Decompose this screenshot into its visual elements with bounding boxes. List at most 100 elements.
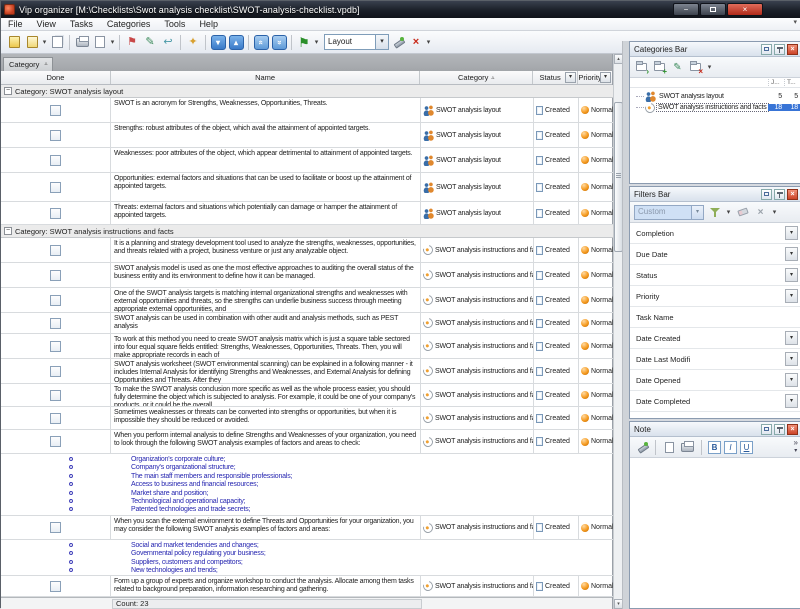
apply-filter-button[interactable] [707,205,722,220]
task-row[interactable]: Opportunities: external factors and situ… [1,173,613,202]
new-category-button[interactable]: › [634,60,649,75]
collapse-all-button[interactable]: « [270,33,288,51]
column-header-status[interactable]: Status ▾ [533,71,578,84]
tree-col1-header[interactable]: J... [768,79,784,86]
done-checkbox[interactable] [50,130,61,141]
filter-row-task-name[interactable]: Task Name [630,307,800,328]
note-editor[interactable] [630,458,800,608]
task-row[interactable]: One of the SWOT analysis targets is matc… [1,288,613,313]
column-header-done[interactable]: Done [1,71,111,84]
customize-layout-button[interactable] [389,33,407,51]
maximize-button[interactable] [700,3,726,16]
group-header[interactable]: − Category: SWOT analysis layout [1,85,613,98]
done-checkbox[interactable] [50,295,61,306]
print-preview-button[interactable] [91,33,109,51]
category-tree-item-selected[interactable]: SWOT analysis instructions and facts 18 … [630,102,800,113]
undo-button[interactable]: ↩ [159,33,177,51]
menu-tools[interactable]: Tools [157,18,192,31]
column-header-name[interactable]: Name [111,71,420,84]
done-checkbox[interactable] [50,522,61,533]
italic-button[interactable]: I [724,441,737,454]
filter-dropdown-icon[interactable]: ▾ [785,226,798,240]
panel-maximize-button[interactable] [761,44,772,55]
task-row[interactable]: SWOT is an acronym for Strengths, Weakne… [1,98,613,123]
task-row[interactable]: To make the SWOT analysis conclusion mor… [1,384,613,407]
categories-overflow-icon[interactable]: ▾ [706,63,713,71]
filter-dropdown-icon[interactable]: ▾ [785,373,798,387]
filter-row-due-date[interactable]: Due Date▾ [630,244,800,265]
task-row[interactable]: SWOT analysis can be used in combination… [1,313,613,334]
done-checkbox[interactable] [50,208,61,219]
filter-dropdown-icon[interactable]: ▾ [785,289,798,303]
print-button[interactable] [73,33,91,51]
group-header[interactable]: − Category: SWOT analysis instructions a… [1,225,613,238]
filter-preset-dropdown-icon[interactable]: ▾ [692,205,704,220]
filter-row-completion[interactable]: Completion▾ [630,223,800,244]
filter-row-date-modified[interactable]: Date Last Modifi▾ [630,349,800,370]
menu-overflow-icon[interactable]: ▾ [793,18,797,26]
edit-task-button[interactable]: ✎ [141,33,159,51]
done-checkbox[interactable] [50,270,61,281]
new-task-button[interactable]: ⚑ [123,33,141,51]
filter-preset-combo[interactable]: Custom [634,205,692,220]
complete-task-button[interactable]: ✦ [184,33,202,51]
vertical-scrollbar[interactable]: ▴ ▾ [613,54,622,609]
delete-category-button[interactable]: × [688,60,703,75]
new-database-button[interactable] [5,33,23,51]
open-dropdown-icon[interactable]: ▾ [41,38,48,46]
clear-filter-button[interactable] [735,205,750,220]
panel-pin-button[interactable] [774,44,785,55]
panel-maximize-button[interactable] [761,189,772,200]
filter-dropdown-icon[interactable]: ▾ [785,352,798,366]
panel-close-button[interactable]: × [787,424,798,435]
minimize-button[interactable]: − [673,3,699,16]
tree-col2-header[interactable]: T... [784,79,800,86]
done-checkbox[interactable] [50,581,61,592]
category-tree-item[interactable]: SWOT analysis layout 5 5 [630,91,800,102]
menu-tasks[interactable]: Tasks [63,18,100,31]
filter-row-date-opened[interactable]: Date Opened▾ [630,370,800,391]
column-header-category[interactable]: Category ▵ [420,71,533,84]
status-filter-icon[interactable]: ▾ [565,72,576,83]
toolbar-overflow-icon[interactable]: ▾ [425,38,432,46]
done-checkbox[interactable] [50,390,61,401]
task-row[interactable]: SWOT analysis model is used as one the m… [1,263,613,288]
filter-row-date-completed[interactable]: Date Completed▾ [630,391,800,412]
layout-combo-dropdown-icon[interactable]: ▾ [376,34,389,50]
priority-filter-icon[interactable]: ▾ [600,72,611,83]
panel-maximize-button[interactable] [761,424,772,435]
task-row[interactable]: Weaknesses: poor attributes of the objec… [1,148,613,173]
panel-close-button[interactable]: × [787,189,798,200]
task-row[interactable]: It is a planning and strategy developmen… [1,238,613,263]
filter-dropdown-icon[interactable]: ▾ [785,247,798,261]
edit-note-button[interactable] [634,440,649,455]
layout-combo[interactable]: Layout ▾ [324,34,389,50]
done-checkbox[interactable] [50,366,61,377]
panel-pin-button[interactable] [774,189,785,200]
task-row[interactable]: Strengths: robust attributes of the obje… [1,123,613,148]
delete-filter-button[interactable]: × [753,205,768,220]
done-checkbox[interactable] [50,105,61,116]
task-row[interactable]: When you perform internal analysis to de… [1,430,613,454]
collapse-group-icon[interactable]: − [4,227,12,235]
new-subcategory-button[interactable]: + [652,60,667,75]
filter-row-priority[interactable]: Priority▾ [630,286,800,307]
panel-pin-button[interactable] [774,424,785,435]
note-overflow-button[interactable]: »▾ [794,439,798,455]
filter-dropdown-icon[interactable]: ▾ [785,268,798,282]
task-row[interactable]: To work at this method you need to creat… [1,334,613,359]
flag-layout-button[interactable]: ⚑ [295,33,313,51]
done-checkbox[interactable] [50,341,61,352]
filter-dropdown-icon[interactable]: ▾ [785,394,798,408]
done-checkbox[interactable] [50,413,61,424]
task-row[interactable]: Threats: external factors and situations… [1,202,613,225]
group-by-category-tab[interactable]: Category ▵ [3,57,53,71]
print-note-button[interactable] [680,440,695,455]
underline-button[interactable]: U [740,441,753,454]
done-checkbox[interactable] [50,155,61,166]
flag-dropdown-icon[interactable]: ▾ [313,38,320,46]
task-row[interactable]: Sometimes weaknesses or threats can be c… [1,407,613,430]
delete-layout-button[interactable]: × [407,33,425,51]
open-database-button[interactable] [23,33,41,51]
note-page-button[interactable] [662,440,677,455]
